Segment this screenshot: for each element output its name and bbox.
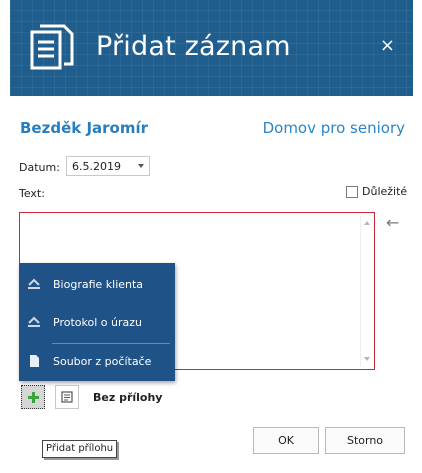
important-checkbox-row[interactable]: Důležité xyxy=(346,185,407,198)
important-label: Důležité xyxy=(362,185,408,198)
add-attachment-button[interactable] xyxy=(21,385,45,409)
attachment-status: Bez přílohy xyxy=(93,391,163,404)
menu-item-biography[interactable]: Biografie klienta xyxy=(19,270,175,298)
menu-divider xyxy=(52,343,170,344)
menu-item-label: Biografie klienta xyxy=(53,277,144,291)
date-value: 6.5.2019 xyxy=(72,160,121,173)
note-icon xyxy=(61,391,73,403)
file-icon xyxy=(30,355,39,367)
document-icon xyxy=(30,24,74,70)
vertical-scrollbar[interactable] xyxy=(360,215,372,367)
close-icon[interactable]: × xyxy=(380,36,395,56)
important-checkbox[interactable] xyxy=(346,185,358,198)
scroll-down-icon[interactable] xyxy=(364,357,370,361)
cloud-upload-icon xyxy=(28,316,40,327)
menu-item-injury-protocol[interactable]: Protokol o úrazu xyxy=(19,308,175,336)
text-label: Text: xyxy=(19,187,45,200)
add-attachment-tooltip: Přidat přílohu xyxy=(42,440,118,458)
menu-item-label: Soubor z počítače xyxy=(53,354,152,368)
scroll-up-icon[interactable] xyxy=(364,221,370,225)
attachment-menu: Biografie klienta Protokol o úrazu Soubo… xyxy=(19,263,175,381)
date-picker[interactable]: 6.5.2019 xyxy=(66,156,150,176)
menu-item-file-from-computer[interactable]: Soubor z počítače xyxy=(19,347,175,375)
cloud-upload-icon xyxy=(28,278,40,289)
dialog-header: Přidat záznam × xyxy=(10,0,413,96)
facility-name: Domov pro seniory xyxy=(262,119,405,137)
chevron-down-icon xyxy=(138,164,144,168)
menu-item-label: Protokol o úrazu xyxy=(53,315,142,329)
cancel-button[interactable]: Storno xyxy=(325,427,405,454)
ok-button[interactable]: OK xyxy=(253,427,319,454)
dialog-title: Přidat záznam xyxy=(96,31,291,62)
arrow-left-icon[interactable]: ← xyxy=(386,213,399,232)
plus-icon xyxy=(28,392,39,403)
client-name: Bezděk Jaromír xyxy=(20,119,149,137)
note-button[interactable] xyxy=(55,385,79,409)
date-label: Datum: xyxy=(19,161,60,174)
